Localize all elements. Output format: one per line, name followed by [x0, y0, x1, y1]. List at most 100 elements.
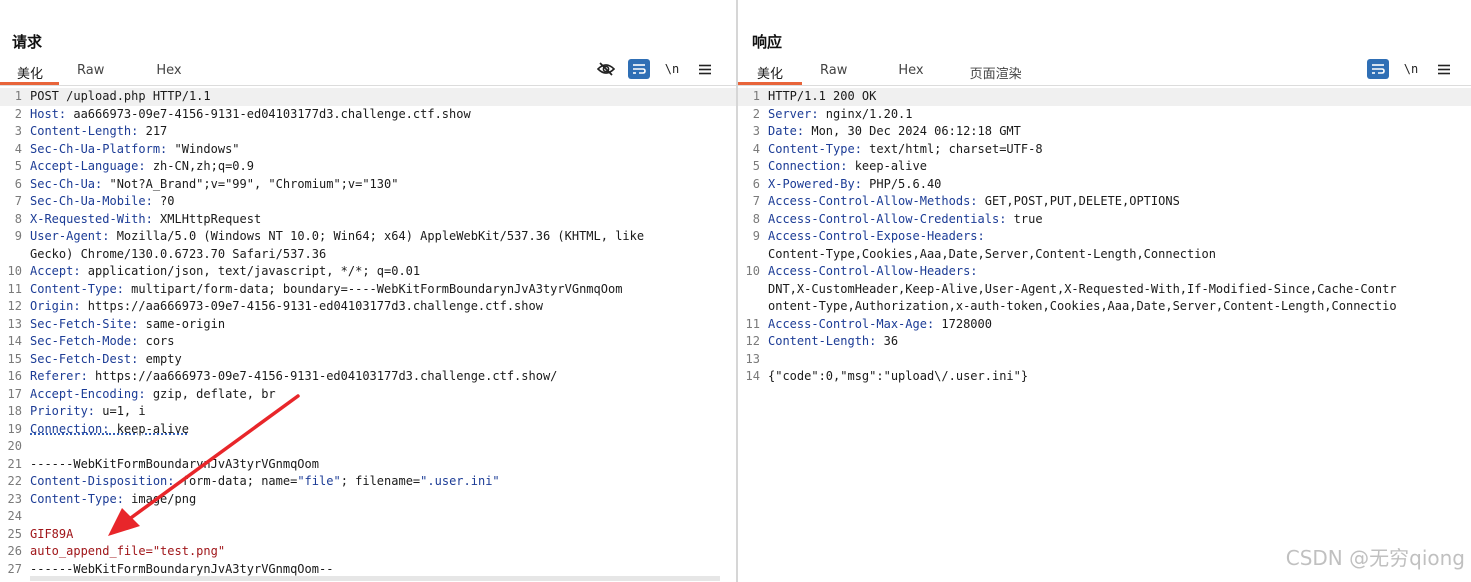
- request-code-line: Gecko) Chrome/130.0.6723.70 Safari/537.3…: [0, 246, 736, 264]
- line-text: GIF89A: [26, 526, 73, 544]
- header-name: Sec-Fetch-Site:: [30, 316, 139, 331]
- line-text: [26, 508, 30, 526]
- response-tab-pretty[interactable]: 美化: [738, 57, 803, 85]
- request-code-line: 15 Sec-Fetch-Dest: empty: [0, 351, 736, 369]
- header-name: Accept-Language:: [30, 159, 146, 173]
- line-text: Gecko) Chrome/130.0.6723.70 Safari/537.3…: [26, 246, 326, 264]
- line-text: Accept: application/json, text/javascrip…: [26, 263, 420, 281]
- request-pane: 请求 美化 Raw Hex \n 1 POST /upload.php HTTP/…: [0, 0, 736, 582]
- response-tab-render[interactable]: 页面渲染: [946, 57, 1041, 85]
- header-value: keep-alive: [847, 159, 927, 173]
- response-code-line: 7 Access-Control-Allow-Methods: GET,POST,…: [738, 193, 1471, 211]
- header-name: Access-Control-Allow-Credentials:: [768, 211, 1007, 226]
- response-code-line: 8 Access-Control-Allow-Credentials: true: [738, 211, 1471, 229]
- request-code-line: 20: [0, 438, 736, 456]
- plain-text: Gecko) Chrome/130.0.6723.70 Safari/537.3…: [30, 246, 327, 261]
- header-name: Access-Control-Expose-Headers:: [768, 229, 985, 243]
- request-editor[interactable]: 1 POST /upload.php HTTP/1.1 2 Host: aa66697…: [0, 88, 736, 582]
- line-text: Sec-Fetch-Site: same-origin: [26, 316, 225, 334]
- plain-text: ontent-Type,Authorization,x-auth-token,C…: [768, 299, 1397, 313]
- response-code-line: DNT,X-CustomHeader,Keep-Alive,User-Agent…: [738, 281, 1471, 299]
- line-number: 1: [752, 89, 760, 103]
- request-code-line: 26 auto_append_file="test.png": [0, 543, 736, 561]
- header-name: Server:: [768, 106, 819, 121]
- line-number: 26: [7, 544, 22, 558]
- request-tab-pretty[interactable]: 美化: [0, 57, 60, 85]
- header-value: empty: [138, 351, 182, 366]
- line-number: 15: [7, 351, 22, 366]
- header-value: ?0: [152, 194, 175, 208]
- line-number: [738, 281, 764, 299]
- line-number: 25: [7, 526, 22, 541]
- line-text: Content-Type: text/html; charset=UTF-8: [764, 141, 1043, 159]
- line-number: 4: [752, 141, 760, 156]
- line-text: HTTP/1.1 200 OK: [764, 88, 876, 106]
- header-value: https://aa666973-09e7-4156-9131-ed041031…: [87, 369, 558, 383]
- line-number: 20: [7, 439, 22, 453]
- line-text: Accept-Language: zh-CN,zh;q=0.9: [26, 158, 254, 176]
- line-text: Accept-Encoding: gzip, deflate, br: [26, 386, 276, 404]
- header-value: zh-CN,zh;q=0.9: [145, 159, 254, 173]
- header-value: u=1, i: [95, 404, 146, 418]
- line-text: X-Powered-By: PHP/5.6.40: [764, 176, 941, 194]
- response-title: 响应: [752, 33, 783, 51]
- eye-slash-icon[interactable]: [595, 59, 617, 79]
- param-text: ; filename=: [340, 474, 421, 488]
- line-number: 10: [7, 264, 22, 278]
- body-content: GIF89A: [30, 526, 74, 541]
- line-number: 5: [14, 159, 22, 173]
- request-tab-hex[interactable]: Hex: [130, 57, 201, 85]
- menu-icon[interactable]: [694, 59, 716, 79]
- header-value: true: [1006, 211, 1043, 226]
- response-editor[interactable]: 1 HTTP/1.1 200 OK 2 Server: nginx/1.20.1 3 Da…: [738, 88, 1471, 582]
- request-code-line: 3 Content-Length: 217: [0, 123, 736, 141]
- header-name: Date:: [768, 124, 805, 138]
- line-text: Content-Length: 217: [26, 123, 167, 141]
- response-code-line: 11 Access-Control-Max-Age: 1728000: [738, 316, 1471, 334]
- line-text: Sec-Fetch-Dest: empty: [26, 351, 182, 369]
- plain-text: Content-Type,Cookies,Aaa,Date,Server,Con…: [768, 246, 1216, 261]
- request-code-line: 25 GIF89A: [0, 526, 736, 544]
- response-tab-raw[interactable]: Raw: [802, 57, 872, 85]
- response-code-line: 9 Access-Control-Expose-Headers:: [738, 228, 1471, 246]
- newline-toggle-button[interactable]: \n: [661, 59, 683, 79]
- line-text: Content-Type,Cookies,Aaa,Date,Server,Con…: [764, 246, 1216, 264]
- request-code-line: 6 Sec-Ch-Ua: "Not?A_Brand";v="99", "Chrom…: [0, 176, 736, 194]
- line-text: User-Agent: Mozilla/5.0 (Windows NT 10.0…: [26, 228, 644, 246]
- request-code-line: 12 Origin: https://aa666973-09e7-4156-913…: [0, 298, 736, 316]
- line-number: 8: [752, 211, 760, 226]
- line-number: [738, 298, 764, 316]
- plain-text: ------WebKitFormBoundarynJvA3tyrVGnmqOom: [30, 456, 319, 471]
- plain-text: ------WebKitFormBoundarynJvA3tyrVGnmqOom…: [30, 561, 334, 576]
- response-code-line: ontent-Type,Authorization,x-auth-token,C…: [738, 298, 1471, 316]
- line-number: 10: [745, 264, 760, 278]
- wrap-icon[interactable]: [1367, 59, 1389, 79]
- wrap-icon[interactable]: [628, 59, 650, 79]
- header-name: Content-Type:: [768, 141, 862, 156]
- request-code-line: 23 Content-Type: image/png: [0, 491, 736, 509]
- response-tab-divider: [738, 85, 1471, 86]
- header-value: gzip, deflate, br: [145, 386, 276, 401]
- header-value: GET,POST,PUT,DELETE,OPTIONS: [977, 194, 1180, 208]
- line-text: Access-Control-Expose-Headers:: [764, 228, 985, 246]
- header-value: text/html; charset=UTF-8: [861, 141, 1043, 156]
- response-code-line: 6 X-Powered-By: PHP/5.6.40: [738, 176, 1471, 194]
- request-code-line: 24: [0, 508, 736, 526]
- menu-icon[interactable]: [1433, 59, 1455, 79]
- header-value: 1728000: [934, 316, 992, 331]
- response-code-line: 14 {"code":0,"msg":"upload\/.user.ini"}: [738, 368, 1471, 386]
- line-text: Access-Control-Allow-Headers:: [764, 263, 978, 281]
- header-name: Accept-Encoding:: [30, 386, 146, 401]
- line-number: 13: [7, 316, 22, 331]
- response-tab-hex[interactable]: Hex: [872, 57, 945, 85]
- request-code-line: 4 Sec-Ch-Ua-Platform: "Windows": [0, 141, 736, 159]
- newline-toggle-button[interactable]: \n: [1400, 59, 1422, 79]
- body-content: auto_append_file="test.png": [30, 544, 226, 558]
- request-horizontal-scrollbar[interactable]: [30, 576, 720, 581]
- line-text: Sec-Fetch-Mode: cors: [26, 333, 175, 351]
- line-number: 17: [7, 386, 22, 401]
- response-code-line: 10 Access-Control-Allow-Headers:: [738, 263, 1471, 281]
- header-value: Mon, 30 Dec 2024 06:12:18 GMT: [804, 124, 1021, 138]
- request-tab-raw[interactable]: Raw: [59, 57, 130, 85]
- plain-text: DNT,X-CustomHeader,Keep-Alive,User-Agent…: [768, 281, 1397, 296]
